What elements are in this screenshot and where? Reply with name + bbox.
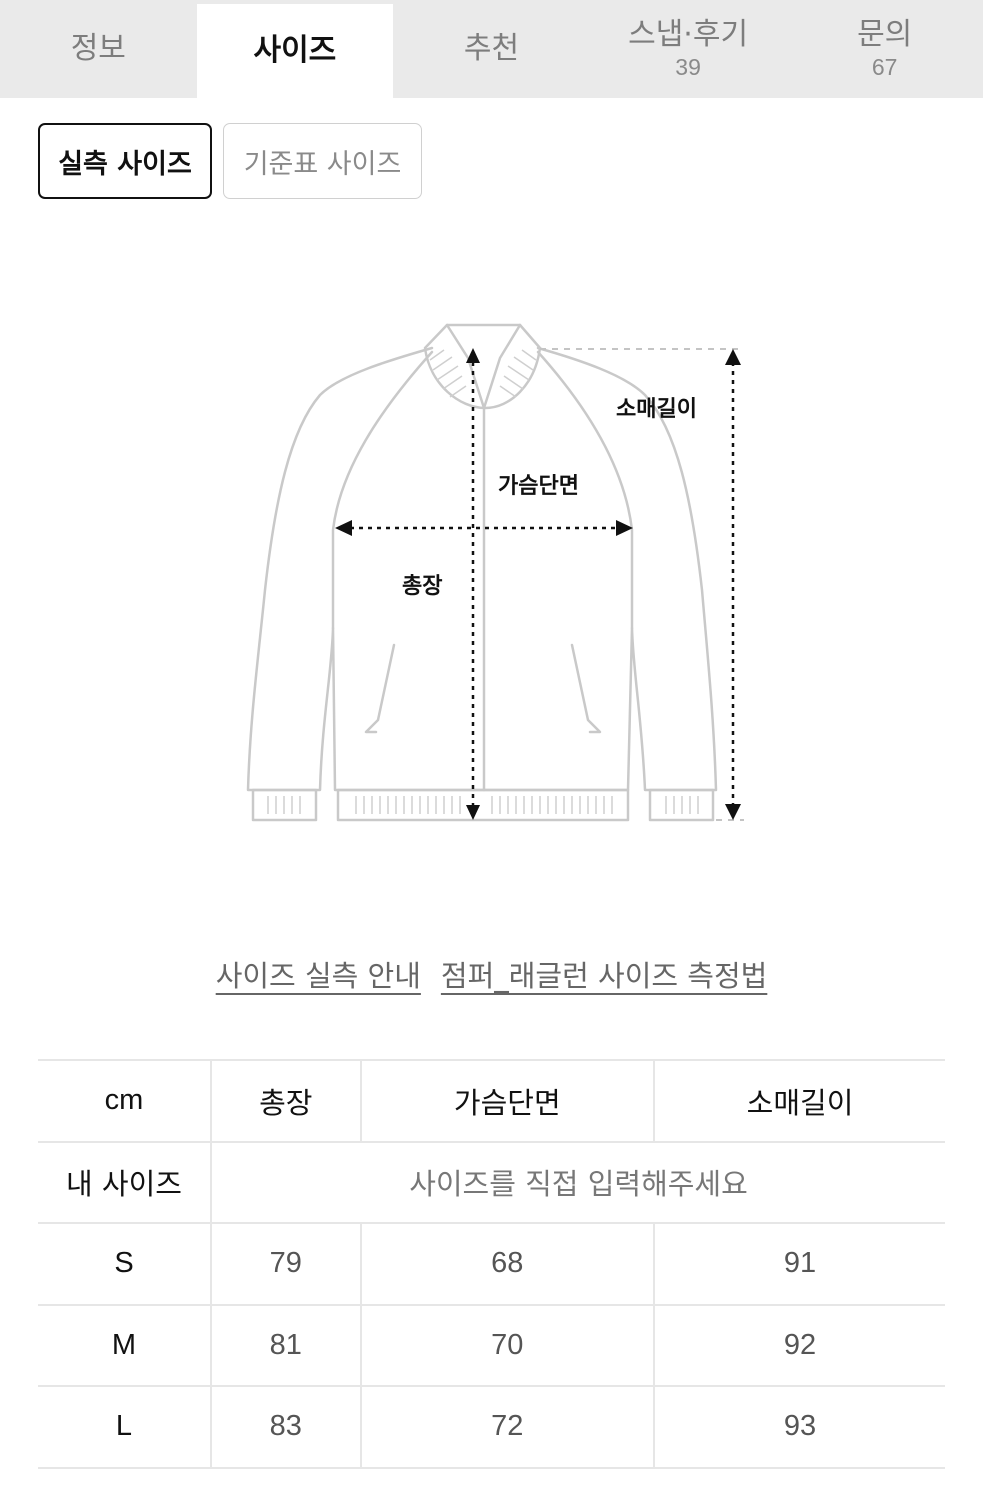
total-length-header: 총장 — [210, 1060, 361, 1142]
jacket-measurement-diagram: 소매길이 가슴단면 총장 — [0, 300, 983, 860]
table-cell: 79 — [210, 1223, 361, 1305]
tab-size[interactable]: 사이즈 — [196, 4, 394, 98]
table-cell: 70 — [359, 1304, 655, 1386]
tab-label: 사이즈 — [253, 32, 337, 68]
table-row: M 81 70 92 — [38, 1304, 945, 1386]
guide-links: 사이즈 실측 안내 점퍼_래글런 사이즈 측정법 — [0, 953, 983, 995]
table-cell: 72 — [359, 1386, 655, 1468]
table-header-row: cm 총장 가슴단면 소매길이 — [38, 1060, 945, 1142]
my-size-input[interactable]: 사이즈를 직접 입력해주세요 — [210, 1141, 945, 1223]
jacket-illustration: 소매길이 가슴단면 총장 — [246, 323, 744, 822]
table-cell: 91 — [653, 1223, 945, 1305]
tab-label: 문의 — [857, 16, 913, 52]
tab-label: 스냅·후기 — [628, 16, 749, 52]
size-label: S — [114, 1247, 134, 1280]
tab-snap-review[interactable]: 스냅·후기 39 — [590, 0, 787, 98]
tab-recommend[interactable]: 추천 — [393, 0, 590, 98]
table-cell: 81 — [210, 1304, 361, 1386]
tab-label: 정보 — [70, 30, 126, 66]
table-cell: 83 — [210, 1386, 361, 1468]
tab-info[interactable]: 정보 — [0, 0, 197, 98]
table-cell: 92 — [653, 1304, 945, 1386]
chest-width-header: 가슴단면 — [359, 1060, 655, 1142]
tab-inquiry[interactable]: 문의 67 — [786, 0, 983, 98]
size-table: cm 총장 가슴단면 소매길이 내 사이즈 사이즈를 직접 입력해주세요 S 7… — [38, 1059, 945, 1469]
actual-size-button[interactable]: 실측 사이즈 — [38, 123, 212, 199]
sleeve-length-header: 소매길이 — [653, 1060, 945, 1142]
table-cell: 93 — [653, 1386, 945, 1468]
unit-header: cm — [104, 1084, 144, 1117]
tab-count: 67 — [871, 54, 898, 81]
tab-label: 추천 — [463, 30, 520, 66]
chest-width-label: 가슴단면 — [498, 474, 579, 499]
table-row: L 83 72 93 — [38, 1386, 945, 1468]
my-size-row[interactable]: 내 사이즈 사이즈를 직접 입력해주세요 — [38, 1141, 945, 1223]
my-size-label: 내 사이즈 — [66, 1167, 182, 1202]
tab-bar: 정보 사이즈 추천 스냅·후기 39 문의 67 — [0, 0, 983, 98]
measure-method-link[interactable]: 점퍼_래글런 사이즈 측정법 — [441, 953, 767, 995]
total-length-label: 총장 — [402, 574, 442, 599]
tab-count: 39 — [675, 54, 701, 81]
standard-size-button[interactable]: 기준표 사이즈 — [223, 123, 422, 199]
table-cell: 68 — [359, 1223, 655, 1305]
size-guide-link[interactable]: 사이즈 실측 안내 — [216, 953, 421, 995]
size-type-toggle: 실측 사이즈 기준표 사이즈 — [38, 123, 422, 199]
table-row: S 79 68 91 — [38, 1223, 945, 1305]
sleeve-length-label: 소매길이 — [616, 397, 697, 422]
size-label: L — [115, 1410, 133, 1443]
size-label: M — [111, 1328, 137, 1361]
